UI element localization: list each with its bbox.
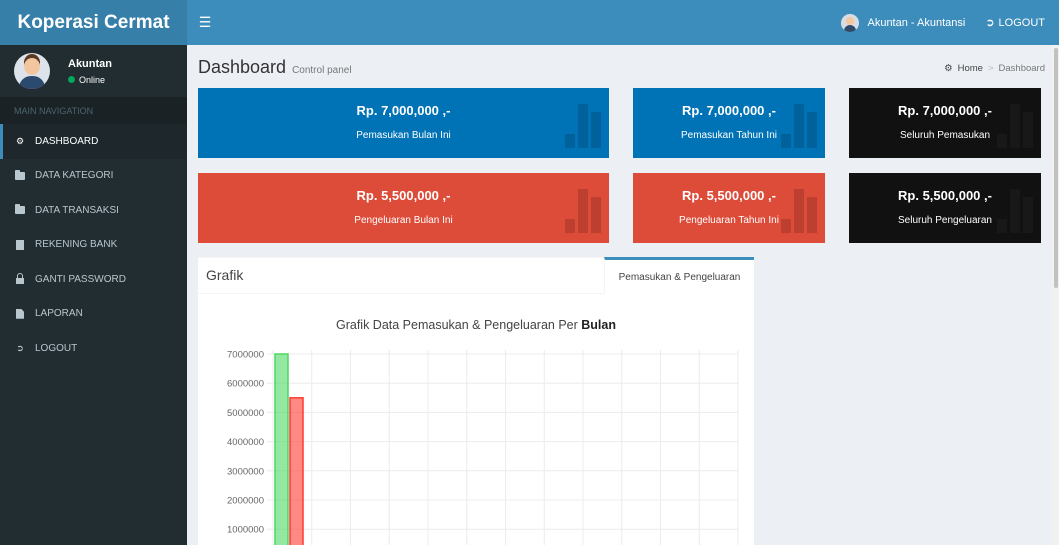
bank-icon: [15, 239, 25, 250]
dashboard-icon: ⚙: [944, 63, 953, 74]
chart-title-bold: Bulan: [581, 318, 616, 332]
logout-button[interactable]: ➲ LOGOUT: [975, 16, 1059, 30]
content-area: Dashboard Control panel ⚙ Home > Dashboa…: [187, 45, 1059, 545]
user-avatar-icon: [841, 13, 860, 32]
breadcrumb: ⚙ Home > Dashboard: [944, 63, 1045, 74]
user-menu-label: Akuntan - Akuntansi: [867, 16, 966, 29]
sidebar-item-logout[interactable]: ➲ LOGOUT: [0, 331, 187, 366]
card-title: Grafik: [206, 267, 244, 283]
card-header: Grafik Pemasukan & Pengeluaran: [198, 257, 754, 294]
sign-out-icon: ➲: [985, 17, 995, 29]
stat-amount: Rp. 5,500,000 ,-: [682, 188, 776, 203]
y-tick-label: 1000000: [227, 525, 264, 536]
sidebar-item-label: LAPORAN: [35, 308, 83, 320]
breadcrumb-current: Dashboard: [998, 63, 1045, 74]
avatar: [14, 53, 50, 89]
user-name: Akuntan: [68, 57, 112, 70]
file-icon: [15, 308, 25, 319]
stat-amount: Rp. 5,500,000 ,-: [898, 188, 992, 203]
folder-icon: [15, 169, 25, 181]
stat-box-seluruh-pemasukan[interactable]: Rp. 7,000,000 ,- Seluruh Pemasukan: [849, 88, 1041, 158]
sidebar-item-data-transaksi[interactable]: DATA TRANSAKSI: [0, 193, 187, 228]
stat-box-pemasukan-bulan[interactable]: Rp. 7,000,000 ,- Pemasukan Bulan Ini: [198, 88, 609, 158]
chart-bar: [289, 397, 304, 545]
sidebar-toggle-button[interactable]: ☰: [187, 0, 223, 45]
stat-box-pemasukan-tahun[interactable]: Rp. 7,000,000 ,- Pemasukan Tahun Ini: [633, 88, 825, 158]
page-subtitle: Control panel: [292, 65, 352, 76]
stat-label: Seluruh Pengeluaran: [898, 215, 992, 226]
breadcrumb-separator: >: [987, 63, 994, 74]
bars-icon: ☰: [198, 14, 212, 30]
sidebar-item-rekening-bank[interactable]: REKENING BANK: [0, 228, 187, 263]
chart-canvas: 7000000 6000000 5000000 4000000 3000000 20000…: [227, 350, 739, 545]
sidebar-item-label: REKENING BANK: [35, 239, 118, 251]
stat-label: Pengeluaran Tahun Ini: [679, 215, 779, 226]
sidebar: Akuntan Online MAIN NAVIGATION ⚙ DASHBOA…: [0, 45, 187, 545]
sign-out-icon: ➲: [16, 342, 24, 353]
user-panel: Akuntan Online: [0, 45, 187, 97]
page-title: Dashboard: [198, 57, 287, 77]
app-logo[interactable]: Koperasi Cermat: [0, 0, 187, 45]
sidebar-item-laporan[interactable]: LAPORAN: [0, 297, 187, 332]
sidebar-item-label: DATA KATEGORI: [35, 170, 114, 182]
y-tick-label: 3000000: [227, 466, 264, 477]
sidebar-item-label: DATA TRANSAKSI: [35, 204, 119, 216]
user-status-label: Online: [79, 74, 106, 85]
stat-amount: Rp. 7,000,000 ,-: [356, 103, 451, 118]
sidebar-item-dashboard[interactable]: ⚙ DASHBOARD: [0, 124, 187, 159]
stat-amount: Rp. 7,000,000 ,-: [898, 103, 992, 118]
lock-icon: [15, 273, 25, 285]
chart-bar: [274, 353, 289, 545]
stat-label: Pemasukan Bulan Ini: [356, 130, 451, 141]
breadcrumb-home-link[interactable]: Home: [958, 63, 983, 74]
stat-box-pengeluaran-bulan[interactable]: Rp. 5,500,000 ,- Pengeluaran Bulan Ini: [198, 173, 609, 243]
folder-icon: [15, 204, 25, 215]
online-dot-icon: [68, 76, 75, 83]
logout-label: LOGOUT: [998, 16, 1045, 29]
stat-label: Pemasukan Tahun Ini: [681, 130, 777, 141]
stat-box-pengeluaran-tahun[interactable]: Rp. 5,500,000 ,- Pengeluaran Tahun Ini: [633, 173, 825, 243]
sidebar-item-data-kategori[interactable]: DATA KATEGORI: [0, 159, 187, 194]
stat-amount: Rp. 5,500,000 ,-: [356, 188, 451, 203]
scrollbar-thumb[interactable]: [1054, 48, 1058, 288]
navbar-right: Akuntan - Akuntansi ➲ LOGOUT: [831, 0, 1059, 45]
top-navbar: ☰ Akuntan - Akuntansi ➲ LOGOUT: [187, 0, 1059, 45]
page-header: Dashboard Control panel: [198, 57, 352, 78]
user-menu[interactable]: Akuntan - Akuntansi: [831, 0, 975, 45]
sidebar-item-label: GANTI PASSWORD: [35, 273, 126, 285]
dashboard-icon: ⚙: [15, 135, 25, 146]
stat-box-seluruh-pengeluaran[interactable]: Rp. 5,500,000 ,- Seluruh Pengeluaran: [849, 173, 1041, 243]
y-tick-label: 2000000: [227, 496, 264, 507]
chart-title: Grafik Data Pemasukan & Pengeluaran Per …: [198, 318, 754, 332]
user-status: Online: [68, 75, 112, 85]
nav-header: MAIN NAVIGATION: [0, 97, 187, 124]
y-tick-label: 4000000: [227, 437, 264, 448]
sidebar-item-label: DASHBOARD: [35, 135, 99, 147]
sidebar-item-label: LOGOUT: [35, 342, 78, 354]
chart-card: Grafik Pemasukan & Pengeluaran Grafik Da…: [198, 257, 754, 545]
y-tick-label: 5000000: [227, 408, 264, 419]
stat-amount: Rp. 7,000,000 ,-: [682, 103, 776, 118]
y-tick-label: 7000000: [227, 350, 264, 361]
sidebar-item-ganti-password[interactable]: GANTI PASSWORD: [0, 262, 187, 297]
y-tick-label: 6000000: [227, 379, 264, 390]
stat-label: Pengeluaran Bulan Ini: [354, 215, 453, 226]
stat-label: Seluruh Pemasukan: [899, 130, 991, 141]
chart-title-text: Grafik Data Pemasukan & Pengeluaran Per: [335, 318, 582, 332]
tab-pemasukan-pengeluaran[interactable]: Pemasukan & Pengeluaran: [604, 257, 754, 294]
